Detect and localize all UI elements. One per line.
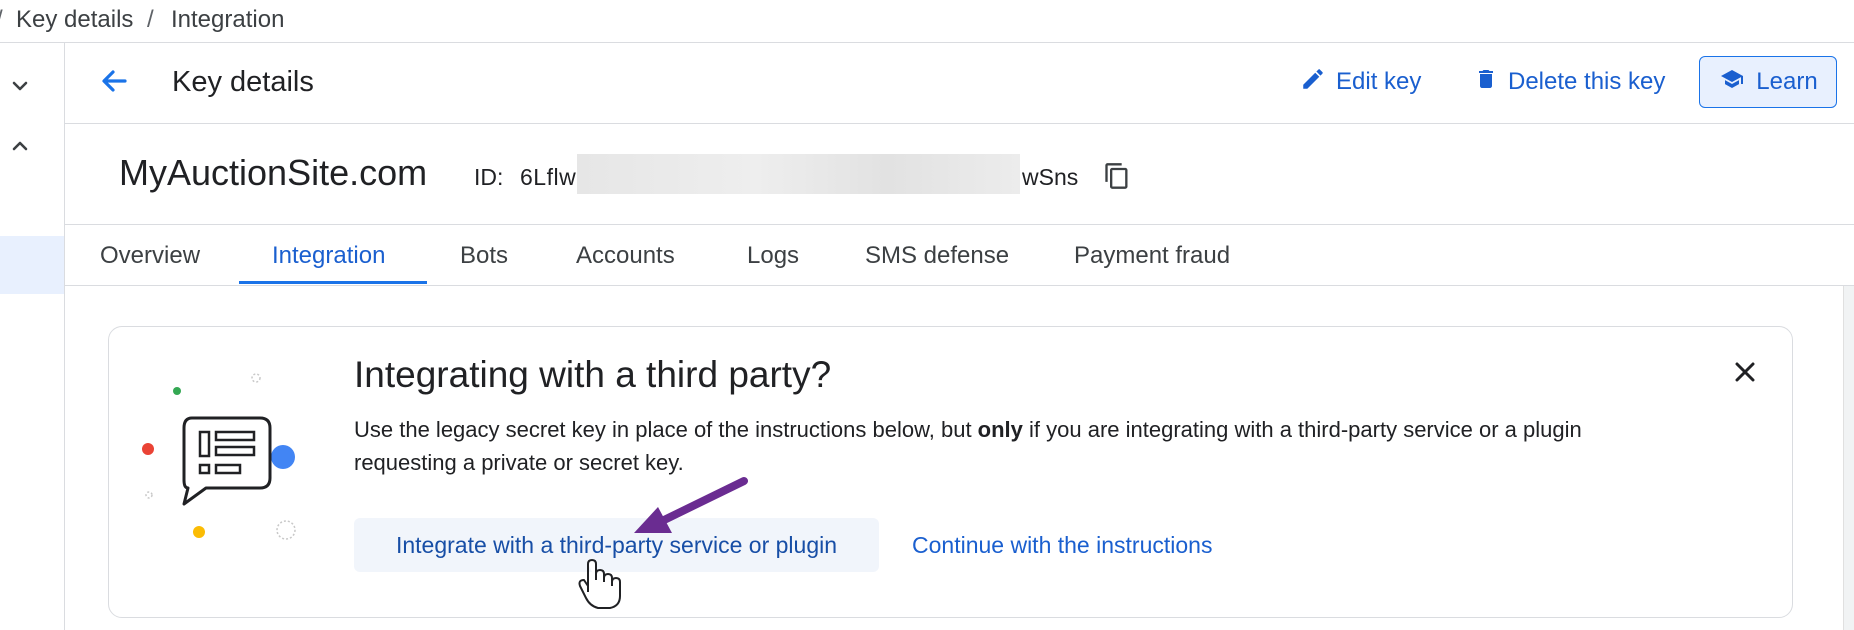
tab-accounts[interactable]: Accounts — [576, 242, 675, 270]
pencil-icon — [1300, 66, 1326, 99]
breadcrumb-item-integration: Integration — [171, 6, 285, 33]
tab-integration[interactable]: Integration — [272, 242, 385, 270]
breadcrumb-edge-separator: / — [0, 6, 3, 34]
integrate-third-party-button[interactable]: Integrate with a third-party service or … — [354, 518, 879, 572]
callout-body-text-start: Use the legacy secret key in place of th… — [354, 417, 978, 442]
key-id-label: ID: — [474, 164, 504, 190]
school-cap-icon — [1718, 67, 1746, 98]
tab-overview[interactable]: Overview — [100, 242, 200, 270]
key-id-suffix: wSns — [1022, 164, 1079, 190]
callout-title: Integrating with a third party? — [354, 354, 832, 395]
key-id-prefix: 6Lflw — [520, 164, 577, 190]
page-title: Key details — [172, 66, 314, 98]
trash-icon — [1474, 66, 1498, 99]
callout-body-emphasis: only — [977, 417, 1023, 442]
chevron-up-icon[interactable] — [4, 130, 36, 162]
tab-sms-defense[interactable]: SMS defense — [865, 242, 1009, 270]
delete-key-label: Delete this key — [1508, 68, 1666, 95]
learn-label: Learn — [1756, 68, 1818, 95]
tab-logs[interactable]: Logs — [747, 242, 799, 270]
continue-instructions-button[interactable]: Continue with the instructions — [912, 532, 1212, 559]
scrollbar[interactable] — [1843, 286, 1854, 630]
breadcrumb-item-key-details[interactable]: Key details — [16, 6, 133, 34]
delete-key-button[interactable]: Delete this key — [1474, 62, 1665, 102]
chevron-down-icon[interactable] — [4, 70, 36, 102]
key-id-redacted — [577, 154, 1020, 194]
arrow-back-icon[interactable] — [96, 63, 132, 99]
close-icon[interactable] — [1729, 356, 1761, 388]
tab-payment-fraud[interactable]: Payment fraud — [1074, 242, 1230, 270]
callout-body: Use the legacy secret key in place of th… — [354, 413, 1674, 479]
learn-button[interactable]: Learn — [1699, 56, 1837, 108]
edit-key-button[interactable]: Edit key — [1300, 62, 1421, 102]
chat-bubble-list-icon — [132, 368, 312, 548]
edit-key-label: Edit key — [1336, 68, 1422, 95]
copy-icon[interactable] — [1103, 162, 1131, 190]
tab-bots[interactable]: Bots — [460, 242, 508, 270]
active-tab-indicator — [239, 281, 427, 284]
site-name: MyAuctionSite.com — [119, 152, 428, 193]
breadcrumb-separator: / — [147, 6, 154, 33]
rail-selected-item[interactable] — [0, 236, 64, 294]
